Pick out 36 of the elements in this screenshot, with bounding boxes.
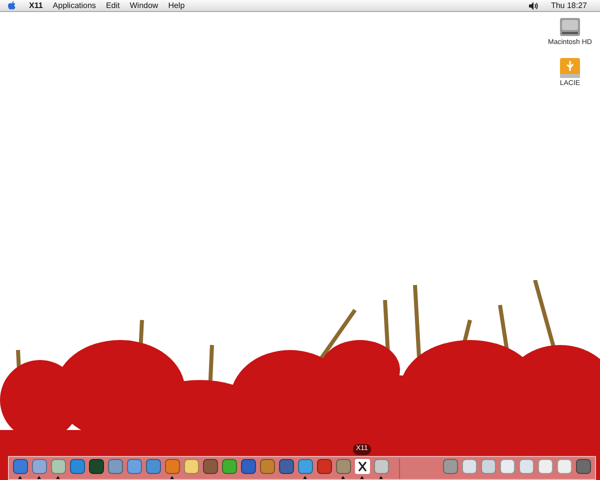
menu-item[interactable]: Edit [100,0,125,11]
app-icon[interactable] [203,459,218,474]
app-icon[interactable] [443,459,458,474]
menu-clock[interactable]: Thu 18:27 [546,0,592,11]
app-icon[interactable] [32,459,47,474]
app-icon[interactable] [70,459,85,474]
app-icon[interactable] [13,459,28,474]
usb-drive-icon[interactable] [559,56,581,78]
app-icon[interactable] [222,459,237,474]
app-icon[interactable] [184,459,199,474]
menu-item[interactable]: X11 [24,0,48,11]
app-icon[interactable] [89,459,104,474]
volume-icon[interactable] [528,2,538,10]
apple-menu-icon[interactable] [8,1,16,10]
app-icon[interactable] [108,459,123,474]
app-icon[interactable] [241,459,256,474]
app-icon[interactable] [576,459,591,474]
app-icon[interactable] [557,459,572,474]
app-icon[interactable] [481,459,496,474]
app-icon[interactable] [146,459,161,474]
app-icon[interactable] [127,459,142,474]
app-icon[interactable] [317,459,332,474]
app-icon[interactable] [260,459,275,474]
app-icon[interactable] [462,459,477,474]
menu-item[interactable]: Help [163,0,190,11]
menu-item[interactable]: Window [124,0,164,11]
app-icon[interactable] [519,459,534,474]
hard-drive-icon[interactable] [559,16,581,38]
app-icon[interactable] [51,459,66,474]
menu-item[interactable]: Applications [48,0,101,11]
app-icon[interactable] [165,459,180,474]
app-icon[interactable] [500,459,515,474]
app-icon[interactable] [279,459,294,474]
x-logo-icon[interactable] [355,459,370,474]
app-icon[interactable] [538,459,553,474]
app-icon[interactable] [298,459,313,474]
